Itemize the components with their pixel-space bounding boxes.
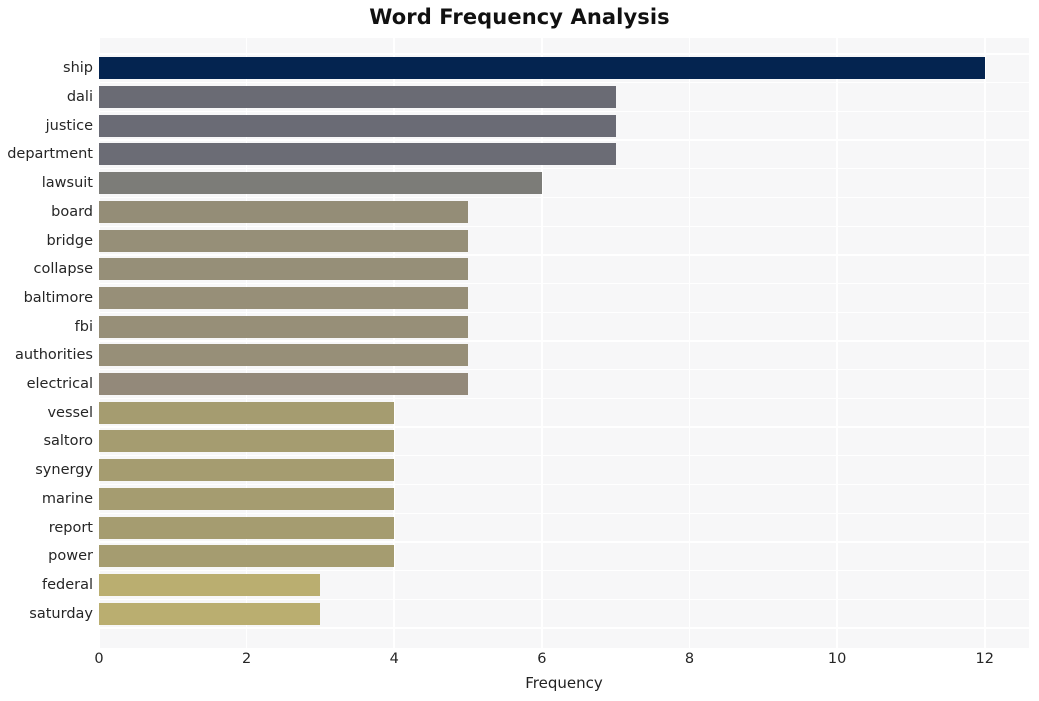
bars-layer [99,38,1029,648]
x-tick-label-2: 2 [241,651,252,667]
y-tick-label-electrical: electrical [26,376,93,393]
y-tick-label-lawsuit: lawsuit [41,175,93,192]
word-frequency-chart: Word Frequency Analysis ship dali justice d… [0,0,1039,701]
y-tick-label-saltoro: saltoro [43,433,93,450]
x-tick-label-12: 12 [975,651,994,667]
y-tick-label-saturday: saturday [29,605,93,622]
bar-saltoro [99,430,395,453]
plot-area [98,38,1029,648]
bar-vessel [99,401,395,424]
bar-marine [99,487,395,510]
bar-power [99,545,395,568]
y-tick-label-power: power [48,548,93,565]
x-tick-label-4: 4 [389,651,399,667]
y-tick-label-authorities: authorities [14,347,93,364]
y-tick-label-board: board [51,203,93,220]
x-axis-label: Frequency [525,674,603,692]
y-tick-label-department: department [7,146,93,163]
y-tick-label-report: report [48,519,93,536]
x-axis-tick-labels: 0 2 4 6 8 10 12 [0,651,1039,673]
y-tick-label-baltimore: baltimore [23,289,93,306]
bar-authorities [99,344,469,367]
bar-saturday [99,602,321,625]
y-tick-label-dali: dali [66,89,93,106]
bar-bridge [99,229,469,252]
y-tick-label-justice: justice [45,117,93,134]
bar-synergy [99,459,395,482]
bar-board [99,200,469,223]
bar-baltimore [99,286,469,309]
y-tick-label-bridge: bridge [46,232,93,249]
x-tick-label-6: 6 [537,651,547,667]
bar-lawsuit [99,172,542,195]
bar-collapse [99,258,469,281]
bar-federal [99,573,321,596]
y-tick-label-synergy: synergy [35,462,93,479]
bar-fbi [99,315,469,338]
y-tick-label-fbi: fbi [74,318,93,335]
bar-ship [99,57,985,80]
x-tick-label-10: 10 [827,651,847,667]
bar-dali [99,86,616,109]
bar-electrical [99,373,469,396]
y-tick-label-vessel: vessel [47,404,93,421]
y-axis-tick-labels: ship dali justice department lawsuit board bri… [0,38,93,648]
y-tick-label-marine: marine [41,490,93,507]
bar-report [99,516,395,539]
bar-department [99,143,616,166]
x-tick-label-0: 0 [94,651,104,667]
y-tick-label-ship: ship [63,60,93,77]
x-tick-label-8: 8 [684,651,695,667]
y-tick-label-federal: federal [41,576,93,593]
y-tick-label-collapse: collapse [33,261,93,278]
chart-title: Word Frequency Analysis [369,5,670,29]
bar-justice [99,114,616,137]
